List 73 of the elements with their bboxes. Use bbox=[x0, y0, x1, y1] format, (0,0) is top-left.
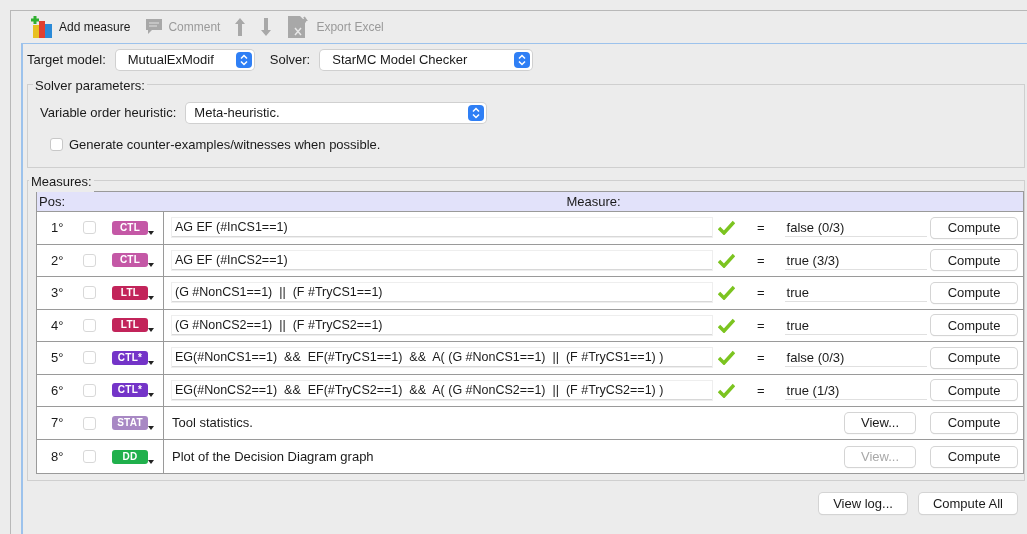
caret-icon bbox=[148, 230, 154, 235]
row-checkbox[interactable] bbox=[83, 286, 96, 300]
position-number: 1° bbox=[51, 219, 65, 237]
formula-field[interactable]: AG EF (#InCS1==1) bbox=[172, 218, 712, 238]
compute-button[interactable]: Compute bbox=[931, 217, 1017, 238]
row-checkbox[interactable] bbox=[83, 416, 96, 430]
caret-icon bbox=[148, 459, 154, 464]
result-field: true (3/3) bbox=[784, 250, 927, 270]
position-number: 8° bbox=[51, 447, 65, 466]
equals-sign: = bbox=[757, 219, 765, 237]
caret-icon bbox=[148, 295, 154, 300]
compute-button[interactable]: Compute bbox=[931, 250, 1017, 271]
heuristic-label: Variable order heuristic: bbox=[40, 104, 177, 123]
solver-label: Solver: bbox=[269, 51, 311, 70]
add-measure-button[interactable]: Add measure bbox=[31, 15, 131, 39]
checkbox-label: Generate counter-examples/witnesses when possible. bbox=[69, 136, 381, 154]
caret-icon bbox=[148, 360, 154, 365]
measure-description: Tool statistics. bbox=[172, 414, 254, 433]
formula-field[interactable]: (G #NonCS2==1) || (F #TryCS2==1) bbox=[172, 315, 712, 335]
row-checkbox[interactable] bbox=[83, 351, 96, 365]
checkbox[interactable] bbox=[50, 138, 63, 152]
column-header: Measure: bbox=[565, 192, 622, 211]
stepper-icon bbox=[468, 105, 485, 121]
position-number: 7° bbox=[51, 414, 65, 433]
formula-field[interactable]: (G #NonCS1==1) || (F #TryCS1==1) bbox=[172, 283, 712, 303]
result-field: true bbox=[784, 315, 927, 335]
column-header: Pos: bbox=[38, 192, 66, 211]
compute-button[interactable]: Compute bbox=[931, 413, 1017, 433]
compute-button[interactable]: Compute bbox=[931, 282, 1017, 303]
row-checkbox[interactable] bbox=[83, 318, 96, 332]
compute-all-button[interactable]: Compute All bbox=[918, 493, 1017, 514]
result-field: false (0/3) bbox=[784, 348, 927, 368]
solver-dropdown[interactable]: StarMC Model Checker bbox=[320, 50, 533, 70]
caret-icon bbox=[148, 426, 154, 430]
caret-icon bbox=[148, 263, 154, 268]
compute-button[interactable]: Compute bbox=[931, 347, 1017, 368]
caret-icon bbox=[148, 328, 154, 333]
formula-field[interactable]: EG(#NonCS1==1) && EF(#TryCS1==1) && A( (G #NonCS1==1) || (F #TryCS1==1) ) bbox=[172, 348, 712, 368]
view-button[interactable]: View... bbox=[845, 413, 915, 433]
equals-sign: = bbox=[757, 381, 765, 400]
row-checkbox[interactable] bbox=[83, 221, 96, 235]
stepper-icon bbox=[514, 52, 531, 68]
position-number: 5° bbox=[51, 349, 65, 367]
arrow-up-icon bbox=[234, 17, 247, 37]
equals-sign: = bbox=[757, 251, 765, 270]
row-checkbox[interactable] bbox=[83, 383, 96, 397]
view-log-button[interactable]: View log... bbox=[819, 493, 907, 514]
compute-button[interactable]: Compute bbox=[931, 315, 1017, 336]
position-number: 2° bbox=[51, 251, 65, 270]
result-field: false (0/3) bbox=[784, 218, 927, 238]
measure-description: Plot of the Decision Diagram graph bbox=[172, 447, 375, 466]
heuristic-dropdown[interactable]: Meta-heuristic. bbox=[186, 103, 487, 123]
stepper-icon bbox=[235, 52, 252, 68]
speech-bubble-icon bbox=[144, 18, 165, 36]
formula-field[interactable]: AG EF (#InCS2==1) bbox=[172, 250, 712, 270]
target-model-dropdown[interactable]: MutualExModif bbox=[115, 50, 254, 70]
row-checkbox[interactable] bbox=[83, 450, 96, 463]
position-number: 3° bbox=[51, 284, 65, 302]
row-checkbox[interactable] bbox=[83, 253, 96, 267]
result-field: true (1/3) bbox=[784, 380, 927, 400]
compute-button[interactable]: Compute bbox=[931, 446, 1017, 467]
position-number: 4° bbox=[51, 316, 65, 335]
arrow-down-icon bbox=[260, 17, 273, 37]
target-model-label: Target model: bbox=[27, 51, 106, 70]
compute-button[interactable]: Compute bbox=[931, 380, 1017, 401]
formula-field[interactable]: EG(#NonCS2==1) && EF(#TryCS2==1) && A( (G #NonCS2==1) || (F #TryCS2==1) ) bbox=[172, 380, 712, 400]
equals-sign: = bbox=[757, 316, 765, 335]
equals-sign: = bbox=[757, 349, 765, 367]
result-field: true bbox=[784, 283, 927, 303]
caret-icon bbox=[148, 393, 154, 398]
position-number: 6° bbox=[51, 381, 65, 400]
equals-sign: = bbox=[757, 284, 765, 302]
bar-chart-plus-icon bbox=[31, 15, 55, 39]
